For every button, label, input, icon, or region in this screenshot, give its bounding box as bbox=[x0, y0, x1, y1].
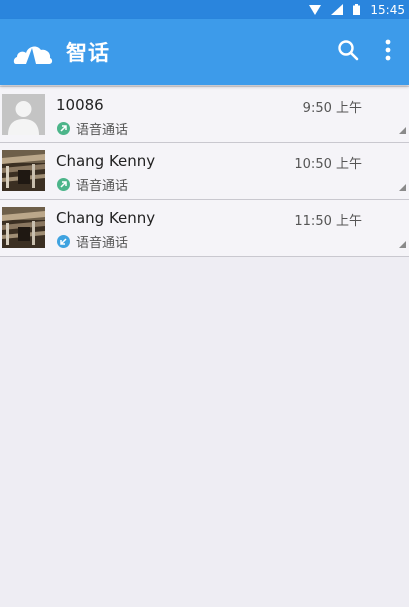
call-type-label: 语音通话 bbox=[76, 179, 129, 194]
call-log-row[interactable]: Chang Kenny 10:50 上午 语音通话 bbox=[0, 143, 409, 200]
more-vert-icon bbox=[385, 39, 391, 65]
outgoing-call-icon bbox=[57, 122, 70, 135]
app-title: 智话 bbox=[66, 41, 110, 65]
photo-avatar-icon bbox=[2, 207, 45, 248]
incoming-call-icon bbox=[57, 235, 70, 248]
call-type: 语音通话 bbox=[57, 175, 128, 194]
contact-name: Chang Kenny bbox=[56, 209, 156, 227]
call-time: 9:50 上午 bbox=[302, 101, 362, 116]
outgoing-call-icon bbox=[57, 178, 70, 191]
signal-icon bbox=[331, 4, 344, 15]
corner-triangle-icon bbox=[399, 127, 406, 134]
corner-triangle-icon bbox=[399, 184, 406, 191]
status-time: 15:45 bbox=[370, 2, 405, 17]
call-type-label: 语音通话 bbox=[76, 123, 129, 138]
contact-name: 10086 bbox=[56, 96, 104, 114]
default-avatar-icon bbox=[2, 94, 45, 135]
search-icon bbox=[337, 39, 359, 65]
status-bar: 15:45 bbox=[0, 0, 409, 19]
call-log-row[interactable]: Chang Kenny 11:50 上午 语音通话 bbox=[0, 200, 409, 257]
cloud-logo-icon bbox=[13, 36, 53, 68]
call-type: 语音通话 bbox=[57, 119, 128, 138]
battery-icon bbox=[353, 4, 361, 15]
call-time: 11:50 上午 bbox=[294, 214, 362, 229]
app-bar: 智话 bbox=[0, 19, 409, 85]
call-log-row[interactable]: 10086 9:50 上午 语音通话 bbox=[0, 86, 409, 143]
call-time: 10:50 上午 bbox=[294, 157, 362, 172]
photo-avatar-icon bbox=[2, 150, 45, 191]
call-type-label: 语音通话 bbox=[76, 236, 129, 251]
corner-triangle-icon bbox=[399, 241, 406, 248]
more-options-button[interactable] bbox=[374, 38, 402, 66]
call-type: 语音通话 bbox=[57, 232, 128, 251]
contact-name: Chang Kenny bbox=[56, 152, 156, 170]
search-button[interactable] bbox=[334, 38, 362, 66]
wifi-icon bbox=[309, 4, 322, 15]
call-log-list: 10086 9:50 上午 语音通话 Chang Kenny 10:50 上午 … bbox=[0, 86, 409, 257]
